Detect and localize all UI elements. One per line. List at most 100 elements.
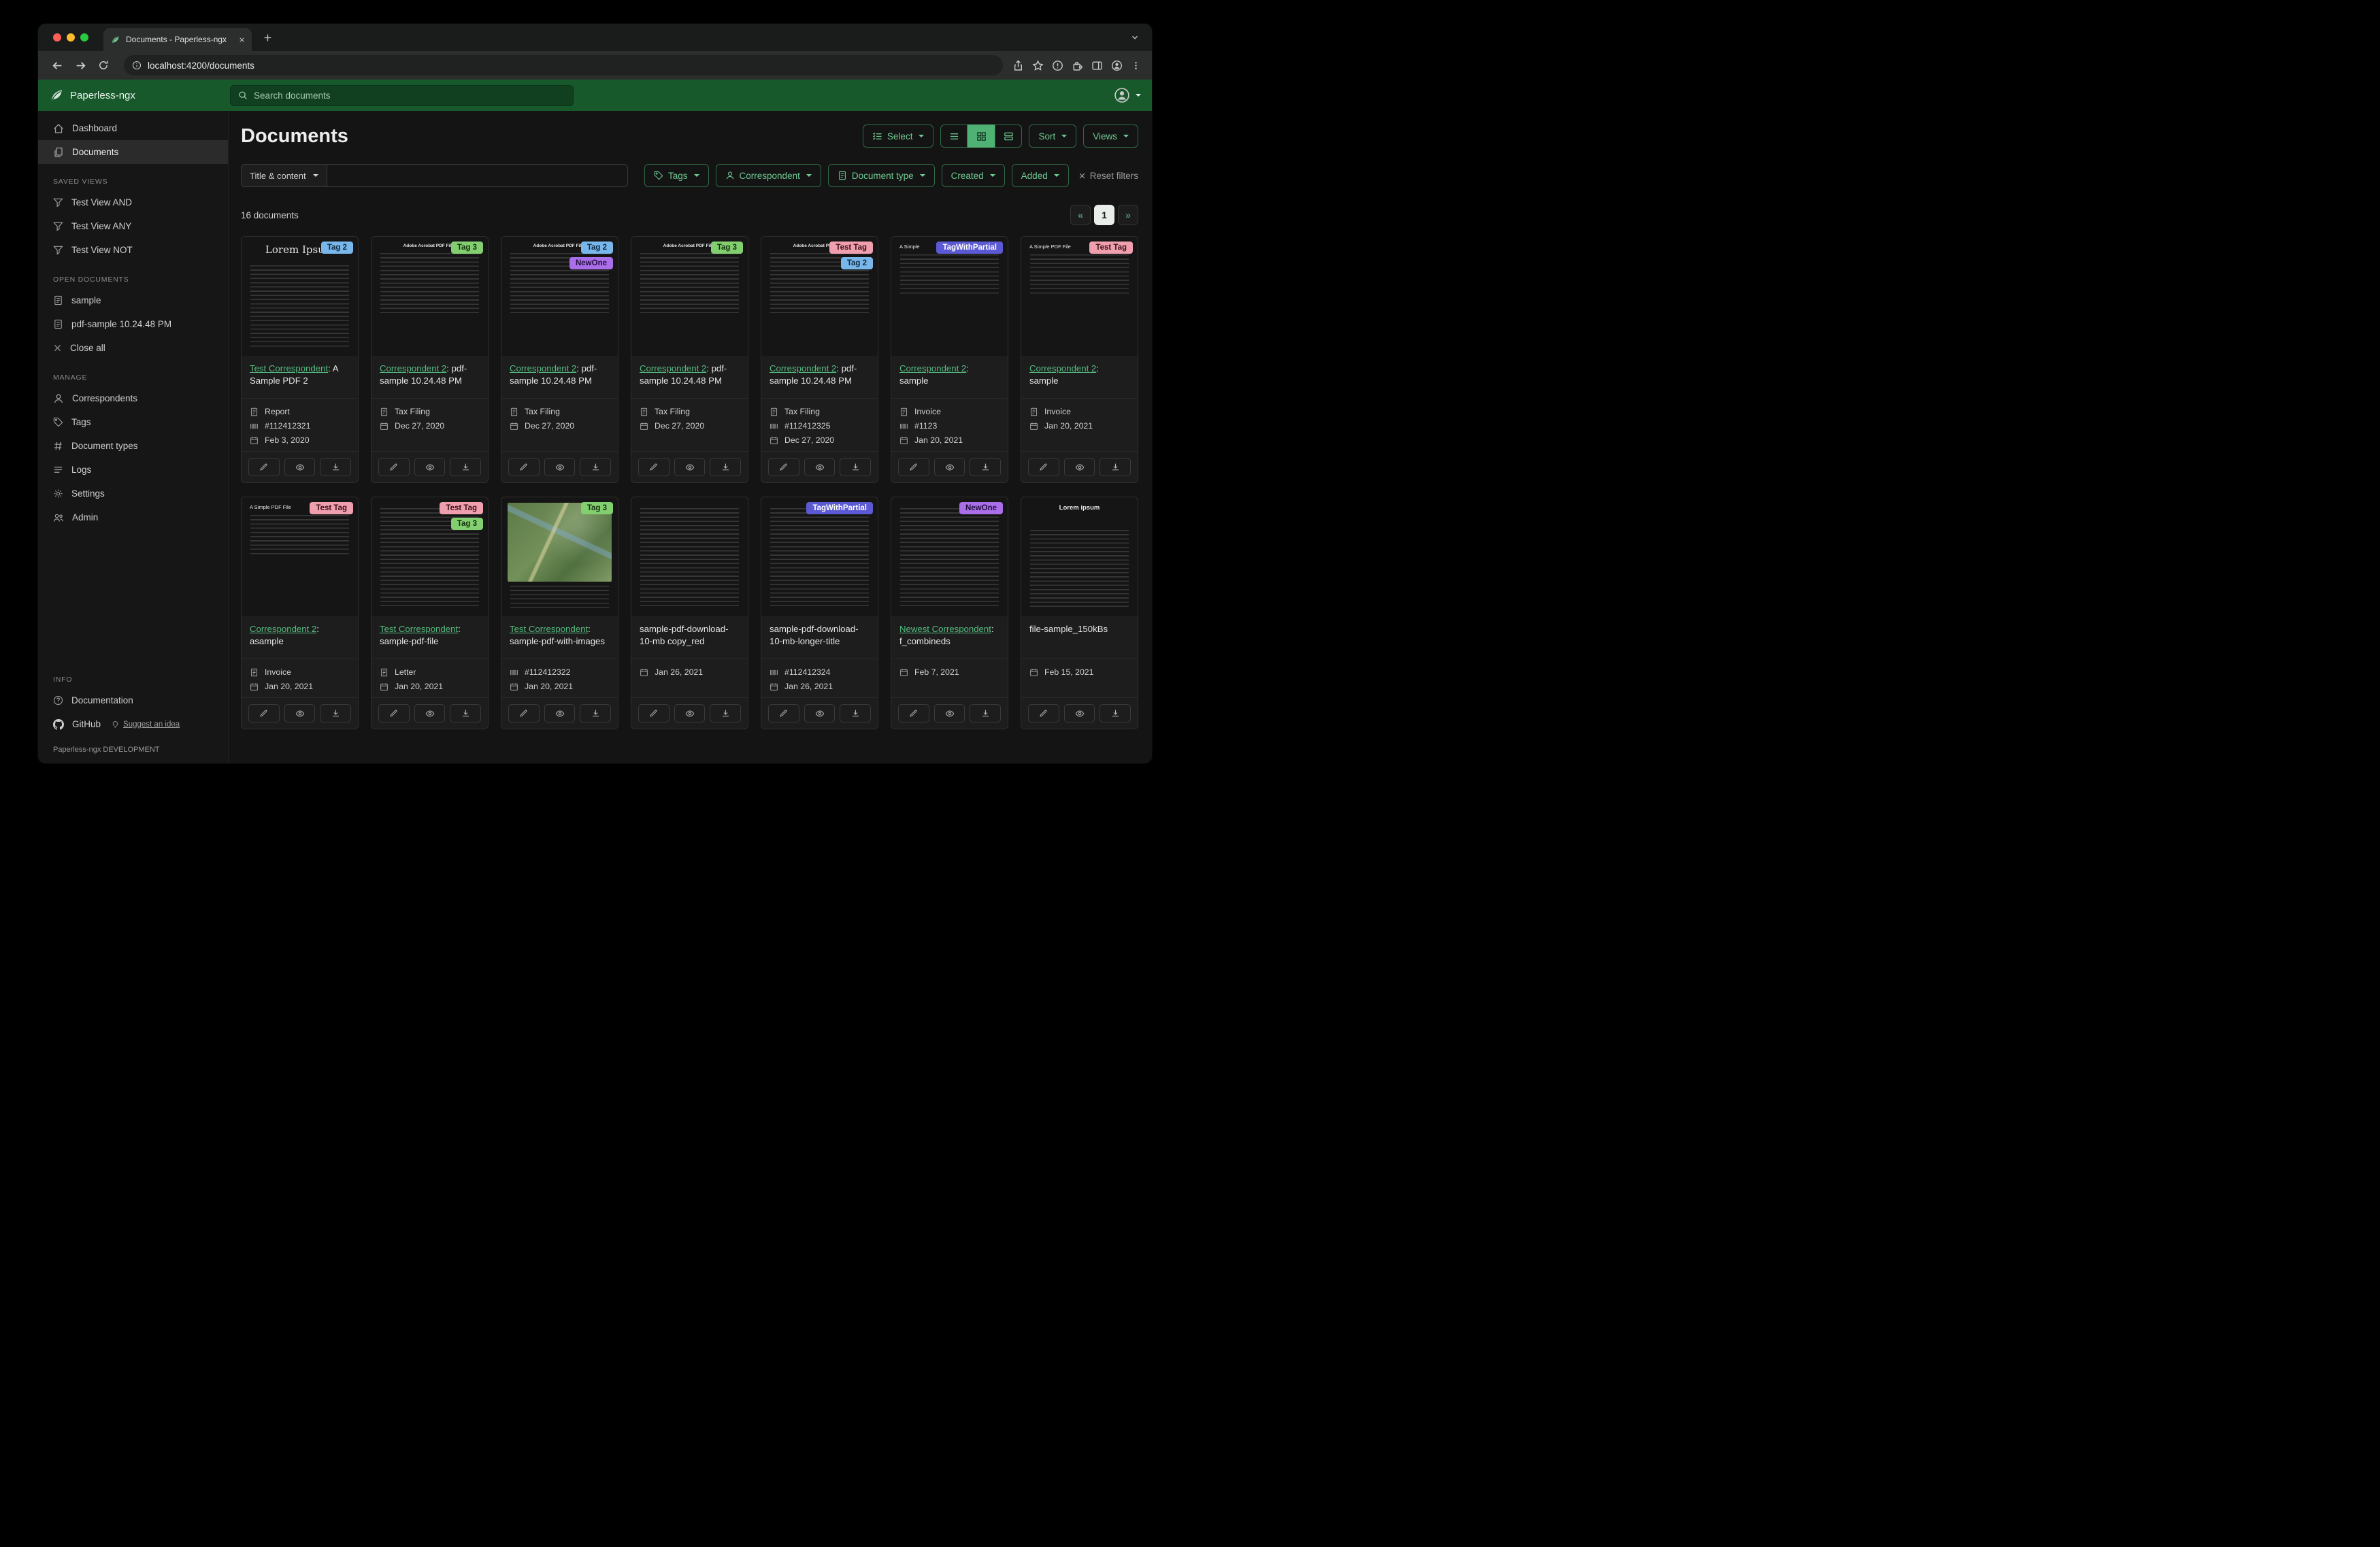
edit-document-button[interactable] xyxy=(378,458,410,476)
document-card[interactable]: NewOne Newest Correspondent: f_combineds… xyxy=(891,497,1008,729)
close-window-button[interactable] xyxy=(53,33,61,41)
profile-avatar-icon[interactable] xyxy=(1111,60,1123,71)
document-correspondent-link[interactable]: Correspondent 2 xyxy=(380,363,446,373)
tab-list-chevron-icon[interactable] xyxy=(1130,33,1140,42)
suggest-idea-link[interactable]: Suggest an idea xyxy=(112,720,180,729)
document-card[interactable]: A Simple PDF File Test Tag Correspondent… xyxy=(1021,236,1138,483)
download-document-button[interactable] xyxy=(970,704,1002,722)
download-document-button[interactable] xyxy=(710,458,742,476)
pagination-next-button[interactable]: » xyxy=(1118,205,1138,225)
tags-filter-button[interactable]: Tags xyxy=(644,164,709,187)
tag-badge[interactable]: Tag 2 xyxy=(580,242,613,254)
sidebar-item-admin[interactable]: Admin xyxy=(38,505,228,529)
title-content-dropdown-button[interactable]: Title & content xyxy=(241,164,327,187)
download-document-button[interactable] xyxy=(1100,458,1131,476)
reload-button[interactable] xyxy=(93,54,114,76)
document-card[interactable]: Adobe Acrobat PDF Files Tag 2 NewOne Corr… xyxy=(501,236,618,483)
document-card[interactable]: Adobe Acrobat PDF Files Test Tag Tag 2 Co… xyxy=(761,236,878,483)
document-correspondent-link[interactable]: Correspondent 2 xyxy=(1029,363,1096,373)
global-search[interactable] xyxy=(230,84,574,106)
tag-badge[interactable]: Test Tag xyxy=(310,502,353,514)
tag-badge[interactable]: TagWithPartial xyxy=(936,242,1003,254)
tag-badge[interactable]: Test Tag xyxy=(1089,242,1133,254)
download-document-button[interactable] xyxy=(320,458,352,476)
select-dropdown-button[interactable]: Select xyxy=(862,124,934,148)
tag-badge[interactable]: NewOne xyxy=(569,257,613,269)
tag-badge[interactable]: Tag 3 xyxy=(450,518,483,530)
preview-document-button[interactable] xyxy=(544,704,576,722)
download-document-button[interactable] xyxy=(320,704,352,722)
download-document-button[interactable] xyxy=(840,458,872,476)
tab-close-icon[interactable] xyxy=(239,37,245,43)
document-card[interactable]: Test Tag Tag 3 Test Correspondent: sample… xyxy=(371,497,489,729)
document-card[interactable]: Adobe Acrobat PDF Files Tag 3 Correspond… xyxy=(371,236,489,483)
edit-document-button[interactable] xyxy=(898,458,929,476)
edit-document-button[interactable] xyxy=(378,704,410,722)
download-document-button[interactable] xyxy=(1100,704,1131,722)
download-document-button[interactable] xyxy=(710,704,742,722)
search-input[interactable] xyxy=(254,90,565,101)
preview-document-button[interactable] xyxy=(804,458,836,476)
edit-document-button[interactable] xyxy=(508,704,540,722)
extensions-puzzle-icon[interactable] xyxy=(1072,60,1083,71)
sidebar-item-document-types[interactable]: Document types xyxy=(38,434,228,458)
bookmark-star-icon[interactable] xyxy=(1032,59,1044,71)
tag-badge[interactable]: TagWithPartial xyxy=(806,502,873,514)
sidebar-item-logs[interactable]: Logs xyxy=(38,458,228,482)
document-type-filter-button[interactable]: Document type xyxy=(827,164,935,187)
preview-document-button[interactable] xyxy=(674,704,706,722)
document-card[interactable]: Adobe Acrobat PDF Files Tag 3 Correspond… xyxy=(631,236,748,483)
document-card[interactable]: Lorem Ipsum Tag 2 Test Correspondent: A … xyxy=(241,236,359,483)
sidebar-item-settings[interactable]: Settings xyxy=(38,482,228,505)
title-content-filter-input[interactable] xyxy=(327,164,628,187)
document-card[interactable]: TagWithPartial sample-pdf-download-10-mb… xyxy=(761,497,878,729)
sidebar-item-dashboard[interactable]: Dashboard xyxy=(38,116,228,140)
created-filter-button[interactable]: Created xyxy=(941,164,1005,187)
app-brand[interactable]: Paperless-ngx xyxy=(49,88,230,103)
site-info-icon[interactable] xyxy=(132,61,142,70)
github-label[interactable]: GitHub xyxy=(72,719,101,729)
document-thumbnail[interactable] xyxy=(631,497,748,616)
grid-view-button[interactable] xyxy=(968,124,995,148)
share-icon[interactable] xyxy=(1012,60,1024,71)
user-menu[interactable] xyxy=(1114,87,1141,103)
document-card[interactable]: Tag 3 Test Correspondent: sample-pdf-wit… xyxy=(501,497,618,729)
preview-document-button[interactable] xyxy=(674,458,706,476)
views-dropdown-button[interactable]: Views xyxy=(1083,124,1138,148)
back-button[interactable] xyxy=(46,54,68,76)
tag-badge[interactable]: Tag 3 xyxy=(710,242,743,254)
browser-menu-kebab-icon[interactable] xyxy=(1131,61,1141,71)
document-correspondent-link[interactable]: Correspondent 2 xyxy=(640,363,706,373)
preview-document-button[interactable] xyxy=(1063,704,1095,722)
document-thumbnail[interactable]: Tag 3 xyxy=(501,497,618,616)
document-thumbnail[interactable]: Adobe Acrobat PDF Files Tag 2 NewOne xyxy=(501,237,618,356)
document-correspondent-link[interactable]: Correspondent 2 xyxy=(510,363,576,373)
preview-document-button[interactable] xyxy=(544,458,576,476)
document-correspondent-link[interactable]: Newest Correspondent xyxy=(899,624,991,634)
new-tab-button[interactable] xyxy=(259,29,276,46)
download-document-button[interactable] xyxy=(450,458,482,476)
preview-document-button[interactable] xyxy=(284,458,316,476)
sidebar-item-open-doc-sample[interactable]: sample xyxy=(38,288,228,312)
tag-badge[interactable]: Tag 3 xyxy=(580,502,613,514)
document-correspondent-link[interactable]: Correspondent 2 xyxy=(770,363,836,373)
edit-document-button[interactable] xyxy=(898,704,929,722)
document-card[interactable]: A Simple TagWithPartial Correspondent 2:… xyxy=(891,236,1008,483)
sort-dropdown-button[interactable]: Sort xyxy=(1029,124,1077,148)
document-thumbnail[interactable]: A Simple TagWithPartial xyxy=(891,237,1008,356)
pagination-prev-button[interactable]: « xyxy=(1070,205,1091,225)
edit-document-button[interactable] xyxy=(1028,704,1059,722)
document-thumbnail[interactable]: Test Tag Tag 3 xyxy=(371,497,488,616)
reset-filters-button[interactable]: Reset filters xyxy=(1078,171,1138,181)
tag-badge[interactable]: Tag 3 xyxy=(450,242,483,254)
download-document-button[interactable] xyxy=(580,704,612,722)
forward-button[interactable] xyxy=(69,54,91,76)
document-correspondent-link[interactable]: Test Correspondent xyxy=(510,624,588,634)
list-view-button[interactable] xyxy=(940,124,968,148)
document-correspondent-link[interactable]: Test Correspondent xyxy=(380,624,458,634)
added-filter-button[interactable]: Added xyxy=(1011,164,1069,187)
browser-tab[interactable]: Documents - Paperless-ngx xyxy=(103,28,252,51)
zoom-window-button[interactable] xyxy=(80,33,88,41)
download-document-button[interactable] xyxy=(580,458,612,476)
side-panel-icon[interactable] xyxy=(1091,60,1103,71)
